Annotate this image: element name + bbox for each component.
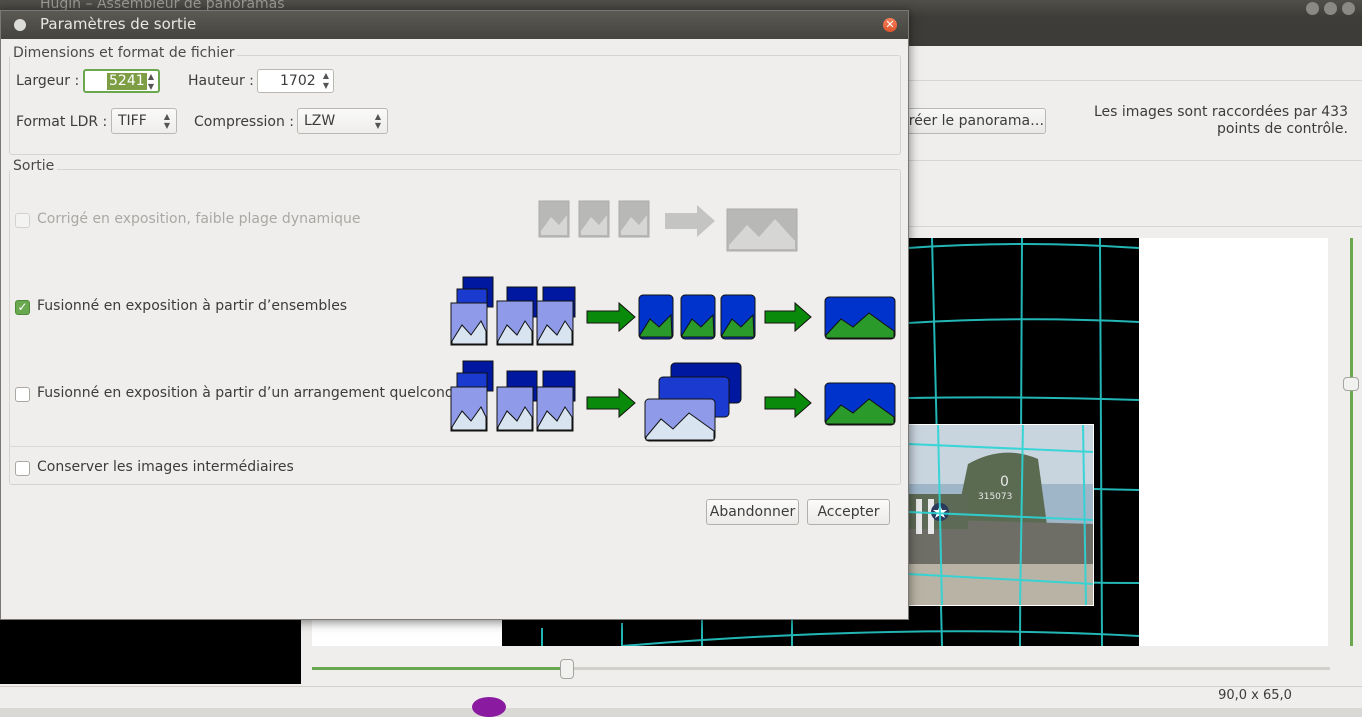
exposure-fused-arbitrary-label: Fusionné en exposition à partir d’un arr… bbox=[37, 385, 472, 401]
exposure-fused-arbitrary-checkbox[interactable] bbox=[15, 387, 30, 402]
control-points-info: Les images sont raccordées par 433 point… bbox=[1094, 104, 1348, 137]
main-maximize-icon[interactable] bbox=[1324, 2, 1337, 15]
keep-intermediate-checkbox[interactable] bbox=[15, 461, 30, 476]
ldr-format-value: TIFF bbox=[118, 113, 147, 129]
close-icon[interactable]: ✕ bbox=[883, 18, 897, 32]
width-label: Largeur : bbox=[16, 73, 80, 89]
cancel-button[interactable]: Abandonner bbox=[706, 499, 799, 525]
width-spinner[interactable]: 5241 ▲ ▼ bbox=[83, 69, 160, 93]
main-separator bbox=[908, 160, 1362, 161]
thumbnail-panel bbox=[0, 620, 301, 684]
svg-text:315073: 315073 bbox=[978, 492, 1012, 502]
vertical-zoom-slider-thumb[interactable] bbox=[1343, 377, 1359, 391]
field-of-view-readout: 90,0 x 65,0 bbox=[1218, 688, 1292, 703]
output-separator bbox=[10, 446, 900, 447]
height-label: Hauteur : bbox=[188, 73, 254, 89]
output-parameters-dialog: Paramètres de sortie ✕ Dimensions et for… bbox=[0, 10, 909, 620]
exposure-fused-arbitrary-diagram-icon bbox=[450, 360, 896, 442]
height-spinner[interactable]: 1702 ▲ ▼ bbox=[257, 69, 334, 93]
main-separator bbox=[908, 80, 1362, 81]
main-separator bbox=[908, 226, 1362, 227]
exposure-corrected-diagram-icon bbox=[538, 200, 798, 252]
horizontal-fov-slider-fill bbox=[312, 667, 566, 670]
ldr-format-label: Format LDR : bbox=[16, 114, 108, 130]
status-bar bbox=[0, 686, 1362, 708]
dock-icon[interactable] bbox=[472, 697, 506, 717]
compression-label: Compression : bbox=[194, 114, 295, 130]
accept-button[interactable]: Accepter bbox=[807, 499, 890, 525]
exposure-fused-stacks-diagram-icon bbox=[450, 276, 896, 346]
svg-text:0: 0 bbox=[1000, 474, 1009, 490]
chevron-updown-icon: ▲ ▼ bbox=[374, 112, 381, 130]
chevron-updown-icon: ▲ ▼ bbox=[163, 112, 170, 130]
compression-value: LZW bbox=[304, 113, 336, 129]
keep-intermediate-label: Conserver les images intermédiaires bbox=[37, 459, 294, 475]
panorama-photo: 0 315073 bbox=[908, 424, 1094, 606]
exposure-fused-stacks-label: Fusionné en exposition à partir d’ensemb… bbox=[37, 298, 348, 314]
exposure-corrected-label: Corrigé en exposition, faible plage dyna… bbox=[37, 211, 361, 227]
width-value[interactable]: 5241 bbox=[107, 73, 147, 90]
height-spin-arrows-icon[interactable]: ▲ ▼ bbox=[321, 71, 331, 91]
vertical-zoom-slider-track[interactable] bbox=[1350, 238, 1353, 646]
dimensions-section-legend: Dimensions et format de fichier bbox=[10, 45, 238, 61]
aircraft-photo: 0 315073 bbox=[908, 424, 1094, 606]
window-menu-icon[interactable] bbox=[14, 19, 26, 31]
exposure-corrected-checkbox[interactable] bbox=[15, 213, 30, 228]
dialog-titlebar[interactable]: Paramètres de sortie ✕ bbox=[1, 11, 908, 39]
height-value[interactable]: 1702 bbox=[280, 73, 316, 90]
main-close-icon[interactable] bbox=[1342, 2, 1355, 15]
main-minimize-icon[interactable] bbox=[1306, 2, 1319, 15]
dialog-title: Paramètres de sortie bbox=[40, 15, 197, 33]
exposure-fused-stacks-checkbox[interactable]: ✓ bbox=[15, 300, 30, 315]
ldr-format-select[interactable]: TIFF ▲ ▼ bbox=[111, 108, 177, 134]
compression-select[interactable]: LZW ▲ ▼ bbox=[297, 108, 388, 134]
horizontal-fov-slider-thumb[interactable] bbox=[560, 659, 574, 679]
width-spin-arrows-icon[interactable]: ▲ ▼ bbox=[146, 72, 156, 92]
output-section-legend: Sortie bbox=[10, 158, 58, 174]
create-panorama-button[interactable]: Créer le panorama… bbox=[898, 108, 1046, 134]
